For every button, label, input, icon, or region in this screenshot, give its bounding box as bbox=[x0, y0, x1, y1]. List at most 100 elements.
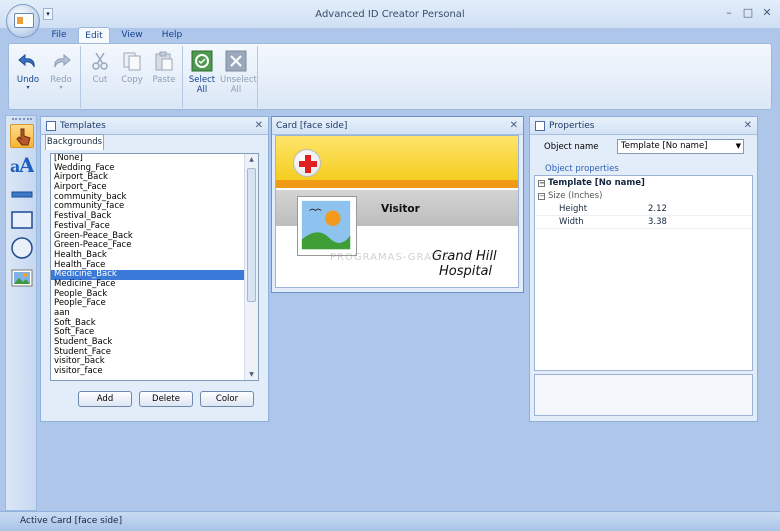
application-menu-button[interactable] bbox=[6, 4, 40, 38]
properties-title-text: Properties bbox=[549, 121, 595, 131]
unselect-all-label-1: Unselect bbox=[220, 75, 257, 85]
ribbon-tabs: File Edit View Help bbox=[0, 26, 780, 44]
tab-view[interactable]: View bbox=[118, 27, 146, 44]
property-description-area bbox=[534, 374, 753, 416]
close-icon[interactable]: ✕ bbox=[744, 118, 752, 134]
line-tool[interactable] bbox=[10, 182, 34, 206]
chevron-down-icon: ▾ bbox=[26, 84, 30, 91]
svg-text:A: A bbox=[18, 153, 34, 176]
copy-icon bbox=[123, 52, 141, 71]
status-bar: Active Card [face side] bbox=[0, 511, 780, 531]
rectangle-icon bbox=[11, 211, 33, 229]
close-button[interactable]: ✕ bbox=[759, 6, 775, 20]
card-panel-title: Card [face side] ✕ bbox=[272, 117, 523, 135]
properties-panel-title: Properties ✕ bbox=[530, 117, 757, 135]
chevron-down-icon[interactable]: ▼ bbox=[736, 140, 741, 153]
scroll-up-icon[interactable]: ▲ bbox=[245, 156, 258, 163]
copy-button[interactable]: Copy bbox=[116, 50, 148, 85]
undo-group: Undo ▾ Redo ▾ bbox=[9, 46, 81, 108]
tab-help[interactable]: Help bbox=[158, 27, 186, 44]
paste-icon bbox=[155, 51, 173, 71]
redo-button[interactable]: Redo ▾ bbox=[45, 50, 77, 91]
window-title: Advanced ID Creator Personal bbox=[315, 9, 465, 20]
object-properties-heading: Object properties bbox=[545, 164, 619, 174]
list-scrollbar[interactable]: ▲ ▼ bbox=[244, 154, 258, 380]
collapse-icon[interactable]: − bbox=[538, 193, 545, 200]
paste-button[interactable]: Paste bbox=[148, 50, 180, 85]
properties-icon bbox=[535, 121, 545, 131]
collapse-icon[interactable]: − bbox=[538, 180, 545, 187]
visitor-text[interactable]: Visitor bbox=[381, 203, 420, 215]
cut-label: Cut bbox=[92, 75, 108, 85]
tab-backgrounds[interactable]: Backgrounds bbox=[45, 134, 104, 150]
object-toolbar: aA bbox=[5, 115, 37, 511]
delete-button[interactable]: Delete bbox=[139, 391, 193, 407]
card-title-text: Card [face side] bbox=[276, 121, 348, 131]
scissors-icon bbox=[92, 52, 108, 70]
card-orange-stripe[interactable] bbox=[276, 180, 518, 188]
undo-button[interactable]: Undo ▾ bbox=[12, 50, 44, 91]
templates-panel-title: Templates ✕ bbox=[41, 117, 268, 135]
color-button[interactable]: Color bbox=[200, 391, 254, 407]
pointer-tool[interactable] bbox=[10, 124, 34, 148]
list-item[interactable]: People_Face bbox=[51, 299, 244, 309]
text-tool[interactable]: aA bbox=[10, 152, 35, 177]
ellipse-tool[interactable] bbox=[10, 236, 34, 260]
toolbar-grip[interactable] bbox=[12, 118, 32, 121]
close-icon[interactable]: ✕ bbox=[255, 118, 263, 134]
ellipse-icon bbox=[11, 237, 33, 259]
tab-file[interactable]: File bbox=[47, 27, 71, 44]
select-all-button[interactable]: Select All bbox=[186, 50, 218, 95]
object-name-select[interactable]: Template [No name] ▼ bbox=[617, 139, 744, 154]
close-icon[interactable]: ✕ bbox=[510, 118, 518, 134]
copy-label: Copy bbox=[121, 75, 143, 85]
minimize-button[interactable]: – bbox=[721, 6, 737, 20]
list-item[interactable]: visitor_face bbox=[51, 366, 244, 377]
templates-title-text: Templates bbox=[60, 121, 106, 131]
text-icon: aA bbox=[10, 153, 35, 177]
medical-cross-icon[interactable] bbox=[293, 149, 321, 177]
unselect-all-label-2: All bbox=[230, 85, 242, 95]
pointer-hand-icon bbox=[16, 128, 31, 146]
property-root-row[interactable]: − Template [No name] bbox=[535, 177, 752, 190]
templates-icon bbox=[46, 121, 56, 131]
property-row-width[interactable]: Width 3.38 bbox=[535, 216, 752, 229]
width-key: Width bbox=[559, 217, 584, 227]
tab-edit[interactable]: Edit bbox=[78, 27, 110, 44]
select-all-label-1: Select bbox=[188, 75, 216, 85]
line-icon bbox=[11, 191, 33, 198]
object-name-value: Template [No name] bbox=[621, 141, 708, 151]
redo-icon bbox=[54, 53, 71, 68]
height-value[interactable]: 2.12 bbox=[648, 203, 667, 216]
height-key: Height bbox=[559, 204, 588, 214]
backgrounds-list[interactable]: [None] Wedding_Face Airport_Back Airport_Fa… bbox=[50, 153, 259, 381]
chevron-down-icon: ▾ bbox=[59, 84, 63, 91]
image-icon bbox=[11, 269, 33, 287]
property-group-row[interactable]: − Size (Inches) bbox=[535, 190, 752, 203]
image-tool[interactable] bbox=[10, 266, 34, 290]
paste-label: Paste bbox=[152, 75, 176, 85]
watermark-text: PROGRAMAS-GRATIS bbox=[330, 252, 450, 263]
title-bar: ▾ Advanced ID Creator Personal – □ ✕ bbox=[0, 0, 780, 28]
maximize-button[interactable]: □ bbox=[740, 6, 756, 20]
undo-icon bbox=[18, 53, 35, 68]
landscape-image-icon bbox=[301, 200, 351, 250]
property-grid[interactable]: − Template [No name] − Size (Inches) Hei… bbox=[534, 175, 753, 371]
hospital-name-line2[interactable]: Hospital bbox=[439, 264, 492, 279]
ribbon: Undo ▾ Redo ▾ Cut Copy Paste Select All bbox=[8, 43, 772, 110]
rectangle-tool[interactable] bbox=[10, 208, 34, 232]
scroll-down-icon[interactable]: ▼ bbox=[245, 371, 258, 378]
unselect-all-icon bbox=[225, 50, 247, 72]
clipboard-group: Cut Copy Paste bbox=[82, 46, 183, 108]
scroll-thumb[interactable] bbox=[247, 168, 256, 302]
id-card-canvas[interactable]: Visitor Grand Hill Hospital bbox=[275, 135, 519, 288]
unselect-all-button[interactable]: Unselect All bbox=[220, 50, 257, 95]
add-button[interactable]: Add bbox=[78, 391, 132, 407]
object-name-label: Object name bbox=[544, 142, 599, 152]
photo-placeholder[interactable] bbox=[297, 196, 357, 256]
property-row-height[interactable]: Height 2.12 bbox=[535, 203, 752, 216]
property-root-label: Template [No name] bbox=[548, 178, 645, 188]
select-all-icon bbox=[191, 50, 213, 72]
cut-button[interactable]: Cut bbox=[84, 50, 116, 85]
width-value[interactable]: 3.38 bbox=[648, 216, 667, 229]
